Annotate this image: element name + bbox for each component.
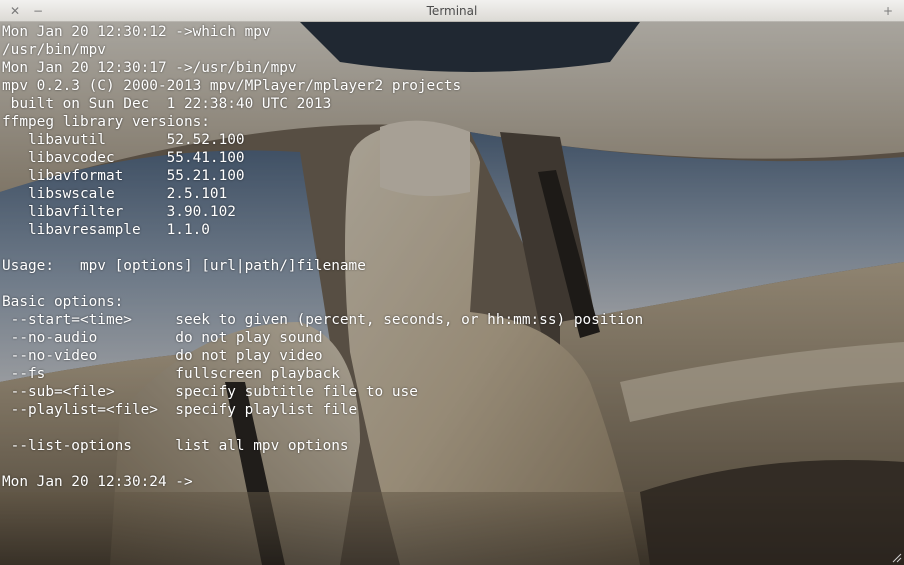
terminal-line: Mon Jan 20 12:30:12 ->which mpv: [2, 24, 271, 40]
terminal-line: --list-options list all mpv options: [2, 438, 349, 454]
terminal-line: Usage: mpv [options] [url|path/]filename: [2, 258, 366, 274]
title-bar[interactable]: ✕ − Terminal +: [0, 0, 904, 22]
terminal-line: libavcodec 55.41.100: [2, 150, 245, 166]
terminal-line: --start=<time> seek to given (percent, s…: [2, 312, 644, 328]
terminal-window: ✕ − Terminal + Mon Jan 20 12:30:12 ->whi…: [0, 0, 904, 565]
terminal-line: --sub=<file> specify subtitle file to us…: [2, 384, 418, 400]
window-title: Terminal: [426, 4, 478, 18]
terminal-line: --no-audio do not play sound: [2, 330, 323, 346]
terminal-line: mpv 0.2.3 (C) 2000-2013 mpv/MPlayer/mpla…: [2, 78, 462, 94]
terminal-line: libavfilter 3.90.102: [2, 204, 236, 220]
terminal-line: libswscale 2.5.101: [2, 186, 228, 202]
terminal-line: built on Sun Dec 1 22:38:40 UTC 2013: [2, 96, 332, 112]
terminal-line: --playlist=<file> specify playlist file: [2, 402, 358, 418]
terminal-output[interactable]: Mon Jan 20 12:30:12 ->which mpv/usr/bin/…: [2, 23, 643, 491]
terminal-line: --no-video do not play video: [2, 348, 323, 364]
resize-grip-icon[interactable]: [892, 553, 902, 563]
terminal-line: /usr/bin/mpv: [2, 42, 106, 58]
terminal-line: --fs fullscreen playback: [2, 366, 340, 382]
terminal-line: Mon Jan 20 12:30:17 ->/usr/bin/mpv: [2, 60, 297, 76]
terminal-line: libavutil 52.52.100: [2, 132, 245, 148]
maximize-icon[interactable]: +: [880, 3, 896, 19]
terminal-area[interactable]: Mon Jan 20 12:30:12 ->which mpv/usr/bin/…: [0, 22, 904, 565]
terminal-line: libavformat 55.21.100: [2, 168, 245, 184]
terminal-line: Basic options:: [2, 294, 124, 310]
terminal-line: ffmpeg library versions:: [2, 114, 210, 130]
terminal-line: libavresample 1.1.0: [2, 222, 210, 238]
terminal-prompt: Mon Jan 20 12:30:24 ->: [2, 474, 193, 490]
